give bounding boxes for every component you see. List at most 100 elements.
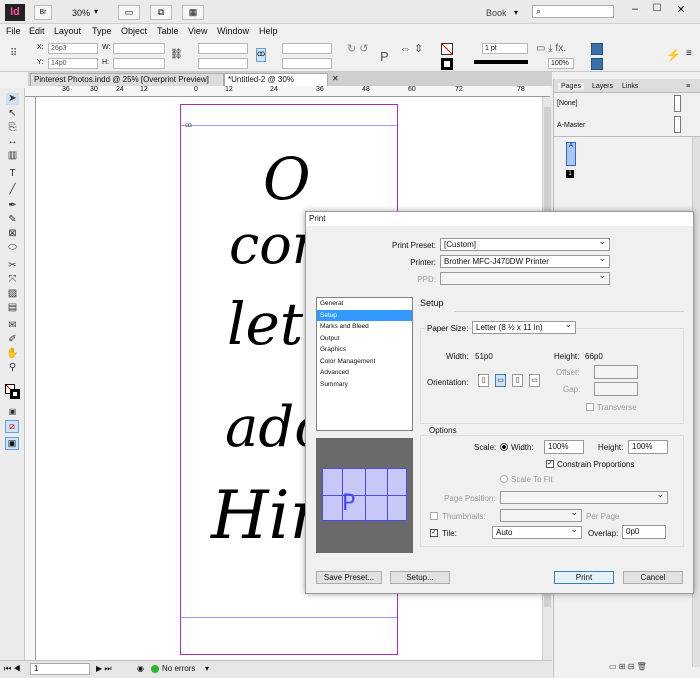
menu-table[interactable]: Table	[157, 26, 179, 36]
width-input[interactable]	[113, 43, 165, 54]
search-input[interactable]: ⌕	[532, 5, 614, 18]
gradient-feather-tool-icon[interactable]: ▤	[6, 302, 19, 314]
type-tool-icon[interactable]: T	[6, 168, 19, 180]
frame-fitting-icon[interactable]	[591, 43, 603, 55]
menu-layout[interactable]: Layout	[54, 26, 81, 36]
reverse-landscape-icon[interactable]: ▭	[529, 374, 540, 387]
constrain-link-icon[interactable]: ⛓	[170, 49, 183, 60]
stroke-icon[interactable]	[10, 389, 20, 399]
panel-menu-icon[interactable]: ≡	[686, 48, 692, 59]
category-graphics[interactable]: Graphics	[317, 344, 412, 356]
tab-links[interactable]: Links	[622, 83, 638, 90]
paper-size-select[interactable]: Letter (8 ½ x 11 in)	[472, 319, 576, 334]
rectangle-frame-tool-icon[interactable]: ⊠	[6, 228, 19, 240]
note-tool-icon[interactable]: ✉	[6, 320, 19, 332]
category-summary[interactable]: Summary	[317, 379, 412, 391]
rotate-icon[interactable]: ↻ ↺	[347, 42, 369, 55]
screen-mode-icon[interactable]: ⧉	[150, 5, 172, 20]
preflight-status[interactable]: No errors	[162, 664, 195, 673]
tab-layers[interactable]: Layers	[592, 83, 613, 90]
formatting-icon[interactable]: ▣	[6, 406, 19, 418]
zoom-level-select[interactable]: 30%	[72, 8, 90, 18]
menu-view[interactable]: View	[188, 26, 207, 36]
height-input[interactable]	[113, 58, 165, 69]
scale-height-input[interactable]: 100%	[628, 440, 668, 454]
portrait-icon[interactable]: ▯	[478, 374, 489, 387]
content-fitting-icon[interactable]	[591, 58, 603, 70]
category-output[interactable]: Output	[317, 333, 412, 345]
close-window-button[interactable]: ✕	[670, 3, 692, 17]
page-thumbnail[interactable]: A	[566, 142, 576, 166]
chevron-down-icon[interactable]: ▾	[205, 664, 209, 673]
bridge-button[interactable]: Br	[34, 5, 52, 20]
print-button[interactable]: Print	[554, 571, 614, 584]
stroke-swatch-icon[interactable]	[441, 58, 453, 70]
save-preset-button[interactable]: Save Preset...	[316, 571, 382, 584]
eyedropper-tool-icon[interactable]: ✐	[6, 334, 19, 346]
pen-tool-icon[interactable]: ✒	[6, 200, 19, 212]
tab-pages[interactable]: Pages	[558, 83, 584, 90]
ellipse-tool-icon[interactable]: ⬭	[6, 242, 19, 254]
next-page-icon[interactable]: ▶ ⏭	[96, 664, 112, 674]
master-a[interactable]: A-Master	[557, 122, 585, 129]
free-transform-tool-icon[interactable]: ⤧	[6, 274, 19, 286]
category-advanced[interactable]: Advanced	[317, 367, 412, 379]
gradient-swatch-tool-icon[interactable]: ▨	[6, 288, 19, 300]
arrange-documents-icon[interactable]: ▦	[182, 5, 204, 20]
page-number-select[interactable]: 1	[30, 663, 90, 675]
rotation-input[interactable]	[282, 43, 332, 54]
opacity-input[interactable]: 100%	[548, 58, 574, 69]
master-none-thumb[interactable]	[674, 95, 681, 112]
menu-object[interactable]: Object	[121, 26, 147, 36]
gap-tool-icon[interactable]: ↔	[6, 136, 19, 148]
setup-button[interactable]: Setup...	[390, 571, 450, 584]
publish-online-icon[interactable]: ⚡	[666, 48, 681, 62]
selection-tool-icon[interactable]: ➤	[6, 93, 19, 105]
select-container-icon[interactable]: ⇔ ⇕	[400, 42, 423, 55]
workspace-select[interactable]: Book	[486, 8, 507, 18]
fill-swatch-icon[interactable]	[441, 43, 453, 55]
first-page-icon[interactable]: ⏮ ◀	[4, 664, 21, 674]
print-preset-select[interactable]: [Custom]	[440, 236, 610, 251]
scale-x-input[interactable]	[198, 43, 248, 54]
menu-window[interactable]: Window	[217, 26, 249, 36]
stroke-weight-select[interactable]: 1 pt	[482, 43, 528, 54]
panel-menu-icon[interactable]: ≡	[686, 83, 690, 90]
constrain-proportions-checkbox[interactable]: ✓	[546, 460, 554, 468]
overlap-input[interactable]: 0p0	[622, 525, 666, 539]
flip-icon[interactable]: P	[380, 49, 389, 64]
apply-none-icon[interactable]: ⧄	[5, 420, 19, 433]
scissors-tool-icon[interactable]: ✂	[6, 260, 19, 272]
cancel-button[interactable]: Cancel	[623, 571, 683, 584]
menu-file[interactable]: File	[6, 26, 21, 36]
scale-y-input[interactable]	[198, 58, 248, 69]
menu-edit[interactable]: Edit	[29, 26, 45, 36]
screen-mode-icon[interactable]: ▣	[5, 437, 19, 450]
category-marks-bleed[interactable]: Marks and Bleed	[317, 321, 412, 333]
y-position-input[interactable]: 14p0	[48, 58, 98, 69]
stroke-type-select[interactable]	[474, 60, 528, 64]
tile-select[interactable]: Auto	[492, 524, 582, 539]
view-options-icon[interactable]: ▭	[118, 5, 140, 20]
scale-width-radio[interactable]	[500, 443, 508, 451]
category-general[interactable]: General	[317, 298, 412, 310]
menu-type[interactable]: Type	[92, 26, 112, 36]
direct-selection-tool-icon[interactable]: ↖	[6, 108, 19, 120]
line-tool-icon[interactable]: ╱	[6, 184, 19, 196]
printer-select[interactable]: Brother MFC-J470DW Printer	[440, 253, 610, 268]
lock-icon[interactable]: ꝏ	[256, 48, 266, 62]
reference-point-icon[interactable]: ⠿	[10, 48, 17, 59]
minimize-button[interactable]: –	[626, 3, 644, 17]
content-collector-icon[interactable]: ▥	[6, 150, 19, 162]
tile-checkbox[interactable]: ✓	[430, 529, 438, 537]
master-none[interactable]: [None]	[557, 100, 578, 107]
hand-tool-icon[interactable]: ✋	[6, 348, 19, 360]
tab-pinterest-photos[interactable]: Pinterest Photos.indd @ 25% [Overprint P…	[30, 73, 224, 86]
reverse-portrait-icon[interactable]: ▯	[512, 374, 523, 387]
page-tool-icon[interactable]: ⎘	[6, 122, 19, 134]
zoom-tool-icon[interactable]: ⚲	[6, 362, 19, 374]
category-setup[interactable]: Setup	[317, 309, 412, 321]
master-a-thumb[interactable]	[674, 116, 681, 133]
panel-footer-icons[interactable]: ▭ ⊞ ⊟ 🗑	[609, 662, 647, 671]
shear-input[interactable]	[282, 58, 332, 69]
